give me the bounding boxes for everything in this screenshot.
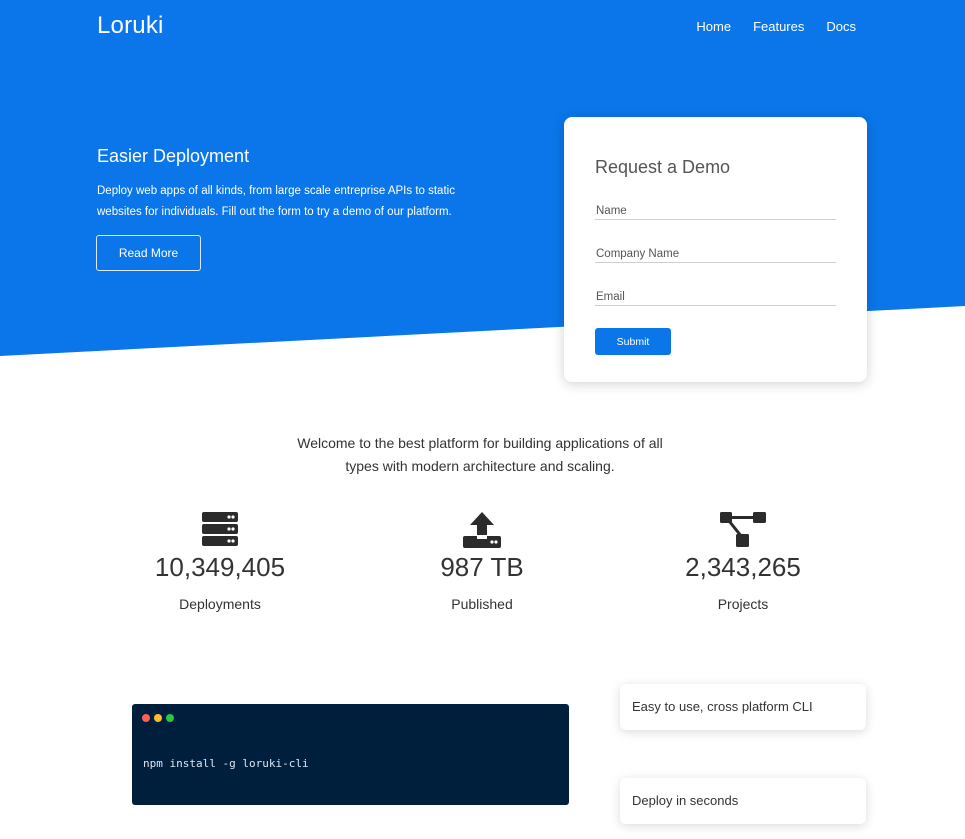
hero-description: Deploy web apps of all kinds, from large… — [97, 185, 455, 218]
project-diagram-icon — [643, 512, 843, 548]
feature-card-cli: Easy to use, cross platform CLI — [620, 684, 866, 730]
nav-link-home[interactable]: Home — [696, 19, 731, 34]
terminal-window: npm install -g loruki-cli — [132, 704, 569, 805]
close-dot-icon — [142, 714, 150, 722]
server-icon — [120, 512, 320, 548]
main-nav: Home Features Docs — [696, 19, 856, 34]
stat-value: 2,343,265 — [685, 552, 801, 582]
name-field[interactable] — [595, 202, 836, 220]
terminal-command: npm install -g loruki-cli — [143, 757, 309, 770]
read-more-button[interactable]: Read More — [96, 235, 201, 271]
stat-label: Deployments — [179, 596, 261, 612]
email-field[interactable] — [595, 288, 836, 306]
stat-value: 987 TB — [440, 552, 524, 582]
stat-label: Projects — [717, 596, 769, 612]
stat-deployments: 10,349,405 Deployments — [120, 512, 320, 612]
logo[interactable]: Loruki — [97, 12, 164, 40]
minimize-dot-icon — [154, 714, 162, 722]
stat-projects: 2,343,265 Projects — [643, 512, 843, 612]
stat-value: 10,349,405 — [154, 552, 286, 582]
welcome-text: Welcome to the best platform for buildin… — [297, 435, 663, 474]
company-name-field[interactable] — [595, 245, 836, 263]
hero-title: Easier Deployment — [97, 146, 250, 166]
nav-link-features[interactable]: Features — [753, 19, 804, 34]
stat-published: 987 TB Published — [382, 512, 582, 612]
upload-icon — [382, 512, 582, 548]
submit-button[interactable]: Submit — [595, 328, 671, 355]
demo-form-card: Request a Demo Submit — [564, 117, 867, 382]
feature-card-deploy: Deploy in seconds — [620, 778, 866, 824]
maximize-dot-icon — [166, 714, 174, 722]
nav-link-docs[interactable]: Docs — [826, 19, 856, 34]
demo-form-title: Request a Demo — [595, 157, 731, 177]
stat-label: Published — [451, 596, 513, 612]
